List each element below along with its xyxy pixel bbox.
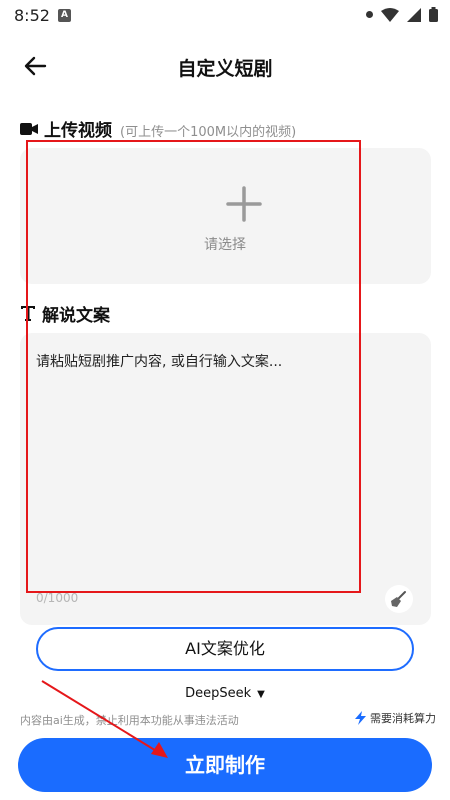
upload-select-label: 请选择 [204, 237, 246, 253]
app-bar: 自定义短剧 [0, 40, 450, 92]
broom-icon [391, 591, 406, 607]
video-camera-icon [20, 123, 38, 135]
clear-text-button[interactable] [385, 585, 413, 613]
script-textarea[interactable]: 请粘贴短剧推广内容, 或自行输入文案... 0/1000 [20, 333, 431, 625]
create-now-button[interactable]: 立即制作 [18, 738, 432, 792]
char-counter: 0/1000 [36, 591, 79, 605]
model-selector[interactable]: DeepSeek ▼ [0, 686, 450, 701]
disclaimer-text: 内容由ai生成，禁止利用本功能从事违法活动 [20, 714, 239, 727]
caret-down-icon: ▼ [257, 689, 265, 700]
notification-icon: A [58, 9, 71, 22]
upload-section-title: 上传视频 [44, 121, 112, 141]
script-section-header: 解说文案 [20, 301, 110, 326]
status-icons [366, 7, 438, 22]
status-dot-icon [366, 11, 373, 18]
video-upload-area[interactable] [20, 148, 431, 284]
script-placeholder: 请粘贴短剧推广内容, 或自行输入文案... [36, 354, 283, 370]
cost-text: 需要消耗算力 [370, 712, 436, 725]
compute-cost-note: 需要消耗算力 [355, 710, 436, 726]
ai-optimize-button[interactable]: AI文案优化 [36, 627, 414, 671]
signal-icon [407, 7, 421, 22]
wifi-icon [381, 7, 399, 22]
lightning-icon [355, 711, 366, 725]
upload-section-header: 上传视频 (可上传一个100M以内的视频) [20, 116, 296, 141]
script-section-title: 解说文案 [42, 306, 110, 326]
status-time: 8:52 [14, 6, 50, 25]
text-t-icon [21, 306, 35, 321]
status-bar: 8:52 A [0, 0, 450, 32]
model-name: DeepSeek [185, 686, 252, 701]
battery-icon [429, 7, 438, 22]
plus-icon [226, 186, 262, 222]
page-title: 自定义短剧 [177, 58, 273, 80]
upload-size-note: (可上传一个100M以内的视频) [120, 125, 297, 140]
